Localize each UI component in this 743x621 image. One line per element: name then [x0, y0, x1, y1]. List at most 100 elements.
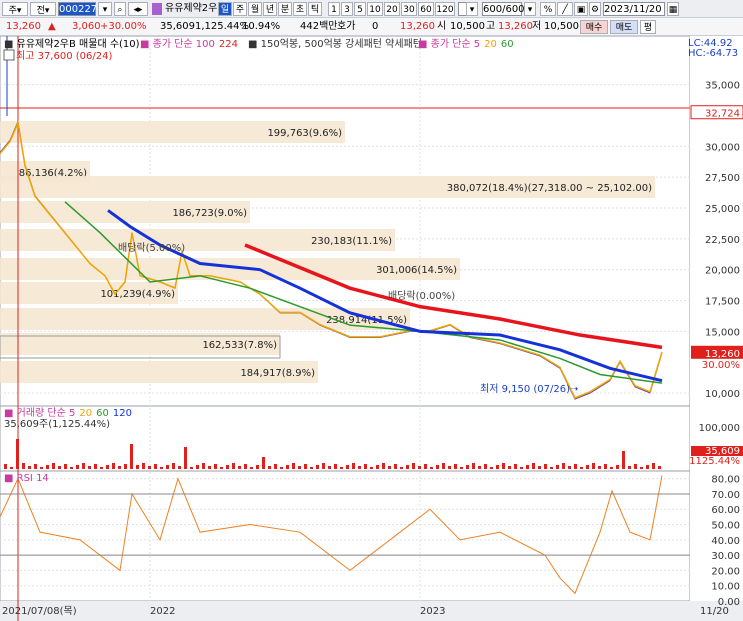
search-icon[interactable]: ⌕ [114, 2, 126, 16]
volume-bar [298, 466, 301, 469]
legend-volume: ■ 거래량 단순 5 20 60 120 [4, 407, 132, 419]
volume-bar [400, 467, 403, 469]
volume-bar [334, 464, 337, 469]
volume-bar [160, 467, 163, 469]
volume-bar [442, 463, 445, 469]
volume-bar [322, 463, 325, 469]
volume-bar [406, 465, 409, 469]
volume-bar [52, 463, 55, 469]
volume-bar [430, 467, 433, 469]
volume-bar [22, 463, 25, 469]
volume-bar [214, 464, 217, 469]
min-60[interactable]: 60 [418, 2, 434, 16]
tab-month[interactable]: 월 [248, 2, 262, 16]
open-value: 10,500 [450, 21, 485, 32]
tab-day[interactable]: 일 [218, 2, 232, 16]
arrow-icon[interactable]: ◂▸ [128, 2, 148, 16]
price-tick: 13,260 [705, 349, 740, 360]
volume-bar [58, 466, 61, 469]
min-30[interactable]: 30 [401, 2, 417, 16]
hoga-label: 호가 [337, 21, 356, 32]
volume-bar [526, 465, 529, 469]
legend-hc: HC:-64.73 [688, 48, 738, 59]
custom-dropdown-icon[interactable]: ▾ [466, 2, 478, 16]
code-input[interactable]: 000227 [58, 2, 97, 16]
volume-bar [4, 464, 7, 469]
tab-minute[interactable]: 분 [278, 2, 292, 16]
price-repeat: 13,260 [400, 21, 435, 32]
toolbar: 주▾ 전▾ 000227 ▾ ⌕ ◂▸ 유유제약2우 일 주 월 년 분 초 틱… [0, 0, 743, 18]
indicator-icon[interactable]: % [540, 2, 556, 16]
date-input[interactable]: 2023/11/20 [603, 2, 665, 16]
grid-icon[interactable] [3, 49, 15, 61]
volume-bar [130, 444, 133, 469]
sell-button[interactable]: 매도 [610, 20, 638, 34]
min-10[interactable]: 10 [367, 2, 383, 16]
volume-bar [580, 467, 583, 469]
volume-bar [316, 465, 319, 469]
price-tick: 25,000 [705, 204, 740, 215]
volume-bar [574, 464, 577, 469]
prev-select[interactable]: 전▾ [30, 2, 56, 16]
min-20[interactable]: 20 [384, 2, 400, 16]
up-arrow-icon: ▲ [48, 21, 56, 32]
volume-bar [460, 467, 463, 469]
calendar-icon[interactable]: ▦ [667, 2, 679, 16]
count-input[interactable]: 600/600 [482, 2, 525, 16]
draw-icon[interactable]: ╱ [557, 2, 573, 16]
profile-label: 301,006(14.5%) [376, 265, 457, 276]
tab-week[interactable]: 주 [233, 2, 247, 16]
volume-bar [136, 465, 139, 469]
profile-label: 186,723(9.0%) [172, 208, 247, 219]
volume-bar [616, 465, 619, 469]
tab-year[interactable]: 년 [263, 2, 277, 16]
price-tick: 30,000 [705, 142, 740, 153]
spin-icon[interactable]: ▾ [524, 2, 536, 16]
volume-bar [208, 466, 211, 469]
tab-tick[interactable]: 틱 [308, 2, 322, 16]
low-label: 저 [532, 21, 542, 32]
tab-second[interactable]: 초 [293, 2, 307, 16]
price-tick: 22,500 [705, 235, 740, 246]
volume-bar [538, 466, 541, 469]
volume: 35,609 [160, 21, 195, 32]
profile-label: 380,072(18.4%)(27,318.00 ~ 25,102.00) [447, 183, 652, 194]
volume-bar [370, 467, 373, 469]
profile-label: 184,917(8.9%) [240, 368, 315, 379]
gear-icon[interactable]: ⚙ [589, 2, 601, 16]
trade-amount: 442백만 [300, 21, 338, 32]
price-tick: 32,724 [705, 109, 740, 120]
legend-rsi: ■ RSI 14 [4, 473, 49, 484]
volume-bar [238, 466, 241, 469]
high-value: 13,260 [498, 21, 533, 32]
min-3[interactable]: 3 [341, 2, 353, 16]
rsi-tick: 70.00 [711, 490, 740, 501]
eval-button[interactable]: 평 [640, 20, 656, 34]
code-dropdown-icon[interactable]: ▾ [98, 2, 112, 16]
volume-bar [340, 467, 343, 469]
min-120[interactable]: 120 [435, 2, 455, 16]
date-tick: 2022 [150, 606, 175, 617]
volume-bar [328, 466, 331, 469]
date-tick: 2021/07/08(목) [2, 605, 77, 617]
min-1[interactable]: 1 [328, 2, 340, 16]
volume-bar [28, 466, 31, 469]
min-5[interactable]: 5 [354, 2, 366, 16]
legend-ma100: ■ 종가 단순 100 224 [140, 38, 238, 50]
type-select[interactable]: 주▾ [2, 2, 28, 16]
rsi-tick: 10.00 [711, 582, 740, 593]
volume-bar [646, 465, 649, 469]
quote-bar: 13,260 ▲ 3,060 +30.00% 35,609 1,125.44% … [0, 18, 743, 36]
volume-bar [244, 464, 247, 469]
volume-bar [484, 464, 487, 469]
volume-bar [658, 466, 661, 469]
stock-chart[interactable]: 199,763(9.6%)86,136(4.2%)380,072(18.4%)(… [0, 36, 743, 621]
buy-button[interactable]: 매수 [580, 20, 608, 34]
volume-bar [280, 467, 283, 469]
save-icon[interactable]: ▣ [574, 2, 588, 16]
price-tick: 15,000 [705, 327, 740, 338]
volume-bar [502, 463, 505, 469]
volume-bar [118, 466, 121, 469]
volume-bar [556, 465, 559, 469]
volume-bar [16, 439, 19, 469]
